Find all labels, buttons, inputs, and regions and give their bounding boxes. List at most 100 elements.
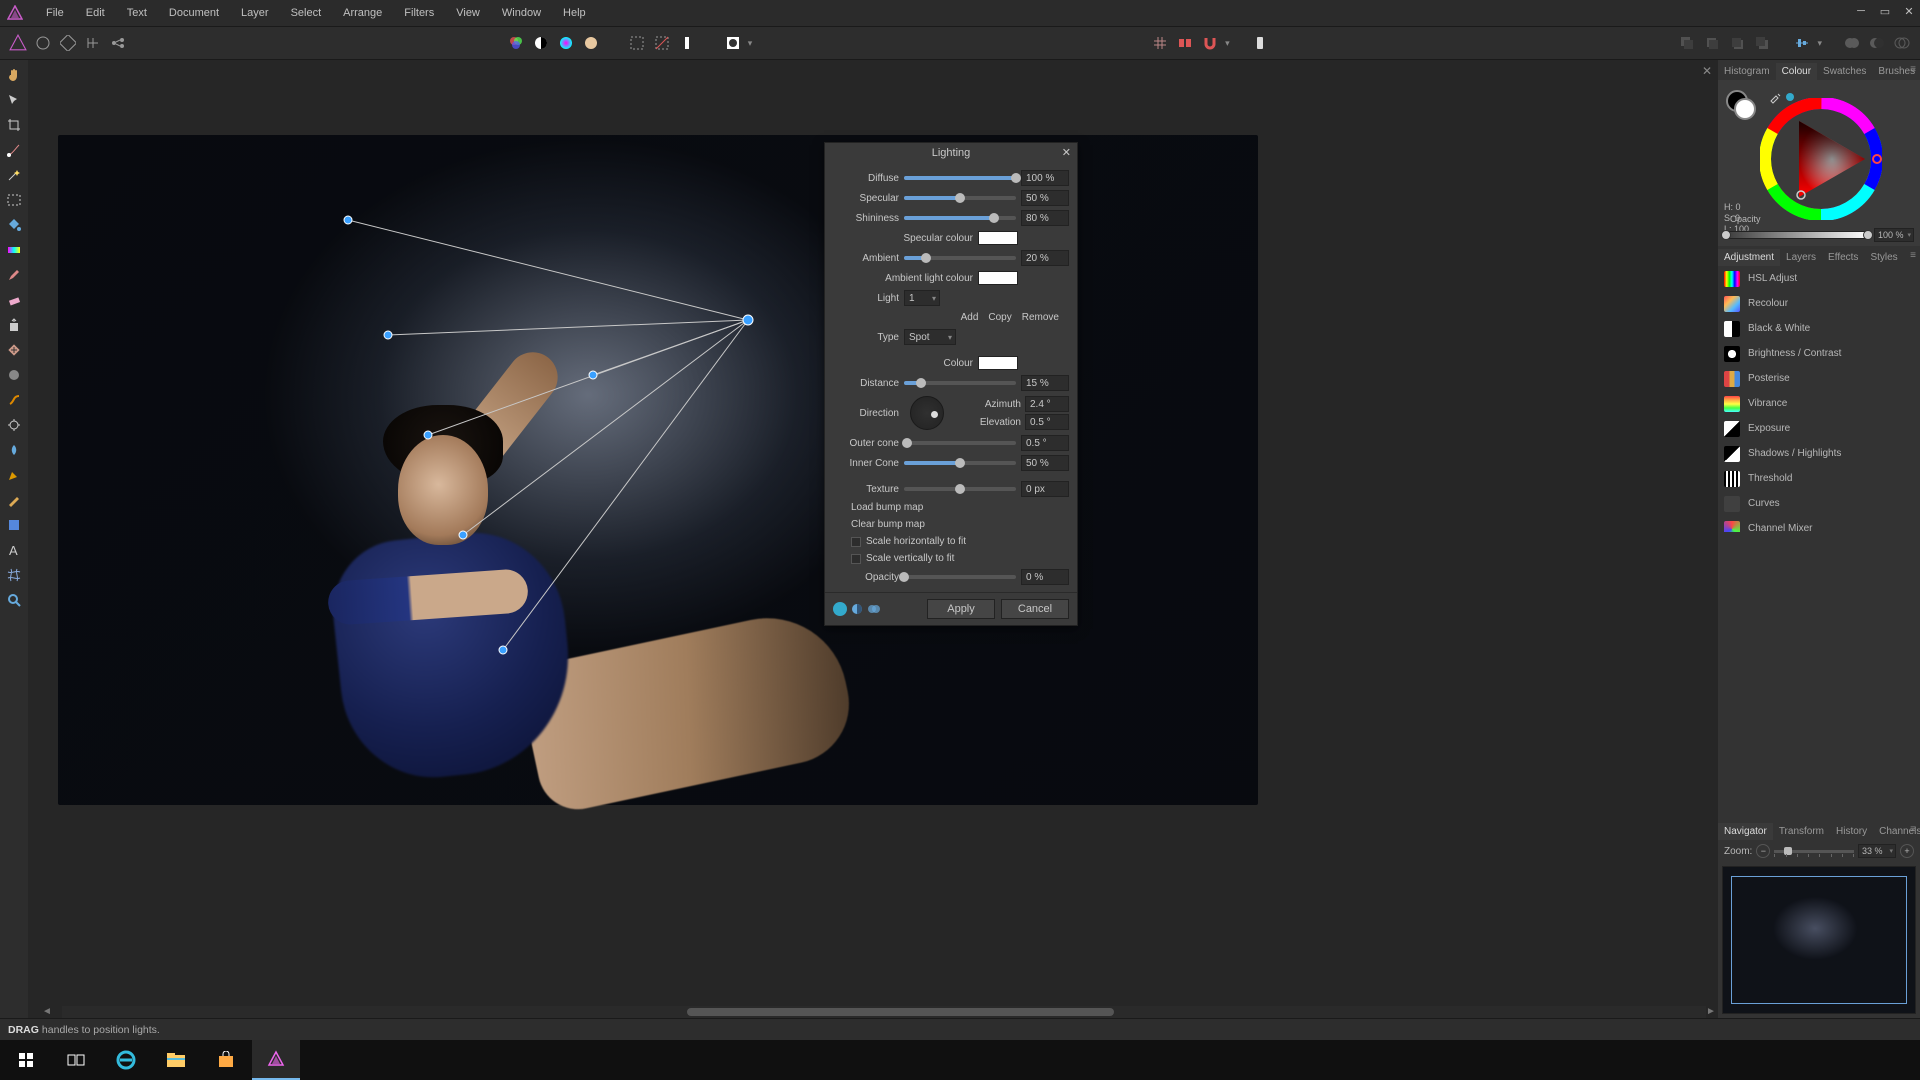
adjustment-item[interactable]: Recolour — [1718, 291, 1920, 316]
affinity-photo-taskbar-icon[interactable] — [252, 1040, 300, 1080]
adjustment-item[interactable]: Channel Mixer — [1718, 516, 1920, 532]
boolean-subtract-icon[interactable] — [1867, 33, 1887, 53]
preset-2-icon[interactable] — [850, 602, 864, 616]
persona-develop-icon[interactable] — [58, 33, 78, 53]
gradient-tool-icon[interactable] — [3, 239, 25, 261]
brush-tool-icon[interactable] — [3, 264, 25, 286]
diffuse-slider[interactable] — [904, 176, 1016, 180]
persona-photo-icon[interactable] — [8, 33, 28, 53]
light-remove-button[interactable]: Remove — [1022, 312, 1059, 323]
menu-view[interactable]: View — [446, 3, 490, 23]
tab-history[interactable]: History — [1830, 823, 1873, 840]
persona-liquify-icon[interactable] — [33, 33, 53, 53]
ambient-slider[interactable] — [904, 256, 1016, 260]
menu-file[interactable]: File — [36, 3, 74, 23]
pencil-tool-icon[interactable] — [3, 489, 25, 511]
tab-effects[interactable]: Effects — [1822, 249, 1864, 266]
specular-value[interactable]: 50 % — [1021, 190, 1069, 206]
smudge-tool-icon[interactable] — [3, 389, 25, 411]
tab-adjustment[interactable]: Adjustment — [1718, 249, 1780, 266]
arrange-back-icon[interactable] — [1677, 33, 1697, 53]
quickmask-icon[interactable] — [723, 33, 743, 53]
file-explorer-icon[interactable] — [152, 1040, 200, 1080]
tab-colour[interactable]: Colour — [1776, 63, 1817, 80]
tab-transform[interactable]: Transform — [1773, 823, 1830, 840]
adjustment-item[interactable]: Shadows / Highlights — [1718, 441, 1920, 466]
persona-tone-icon[interactable] — [83, 33, 103, 53]
boolean-intersect-icon[interactable] — [1892, 33, 1912, 53]
shape-tool-icon[interactable] — [3, 514, 25, 536]
persona-export-icon[interactable] — [108, 33, 128, 53]
pen-tool-icon[interactable] — [3, 464, 25, 486]
zoom-in-button[interactable]: + — [1900, 844, 1914, 858]
menu-text[interactable]: Text — [117, 3, 157, 23]
light-select[interactable]: 1 — [904, 290, 940, 306]
type-select[interactable]: Spot — [904, 329, 956, 345]
marquee-cross-icon[interactable] — [652, 33, 672, 53]
marquee-column-icon[interactable] — [677, 33, 697, 53]
horizontal-scrollbar[interactable]: ◄ ► — [62, 1006, 1706, 1018]
scale-h-checkbox[interactable]: Scale horizontally to fit — [833, 534, 1069, 549]
inner-slider[interactable] — [904, 461, 1016, 465]
inner-value[interactable]: 50 % — [1021, 455, 1069, 471]
crop-tool-icon[interactable] — [3, 114, 25, 136]
text-tool-icon[interactable]: A — [3, 539, 25, 561]
snap-align-icon[interactable] — [1175, 33, 1195, 53]
shininess-slider[interactable] — [904, 216, 1016, 220]
adjustment-item[interactable]: Posterise — [1718, 366, 1920, 391]
menu-help[interactable]: Help — [553, 3, 596, 23]
zoom-slider[interactable] — [1774, 850, 1854, 853]
panel-menu-icon[interactable]: ≡ — [1910, 250, 1916, 261]
menu-window[interactable]: Window — [492, 3, 551, 23]
direction-pad[interactable] — [910, 396, 944, 430]
texture-slider[interactable] — [904, 487, 1016, 491]
zoom-out-button[interactable]: − — [1756, 844, 1770, 858]
blend-rgb-icon[interactable] — [506, 33, 526, 53]
ambient-colour-swatch[interactable] — [978, 271, 1018, 285]
clone-tool-icon[interactable] — [3, 314, 25, 336]
assistant-icon[interactable] — [1250, 33, 1270, 53]
heal-tool-icon[interactable] — [3, 339, 25, 361]
wand-tool-icon[interactable] — [3, 164, 25, 186]
specular-slider[interactable] — [904, 196, 1016, 200]
adjustment-item[interactable]: HSL Adjust — [1718, 266, 1920, 291]
blur-tool-icon[interactable] — [3, 364, 25, 386]
colour-opacity-value[interactable]: 100 % — [1874, 228, 1914, 242]
outer-value[interactable]: 0.5 ° — [1021, 435, 1069, 451]
outer-slider[interactable] — [904, 441, 1016, 445]
diffuse-value[interactable]: 100 % — [1021, 170, 1069, 186]
colour-wheel[interactable] — [1760, 98, 1882, 220]
dialog-titlebar[interactable]: Lighting ✕ — [825, 143, 1077, 163]
arrange-forward-icon[interactable] — [1727, 33, 1747, 53]
cancel-button[interactable]: Cancel — [1001, 599, 1069, 619]
light-gizmo[interactable] — [58, 135, 1258, 805]
snap-grid-icon[interactable] — [1150, 33, 1170, 53]
store-icon[interactable] — [202, 1040, 250, 1080]
task-view-icon[interactable] — [52, 1040, 100, 1080]
lighting-dialog[interactable]: Lighting ✕ Diffuse 100 % Specular 50 % S… — [824, 142, 1078, 626]
menu-document[interactable]: Document — [159, 3, 229, 23]
node-tool-icon[interactable] — [3, 139, 25, 161]
zoom-value[interactable]: 33 % — [1858, 844, 1896, 858]
adjustment-item[interactable]: Black & White — [1718, 316, 1920, 341]
azimuth-value[interactable]: 2.4 ° — [1025, 396, 1069, 412]
light-add-button[interactable]: Add — [961, 312, 979, 323]
shininess-value[interactable]: 80 % — [1021, 210, 1069, 226]
move-tool-icon[interactable] — [3, 89, 25, 111]
scale-v-checkbox[interactable]: Scale vertically to fit — [833, 551, 1069, 566]
adjustment-item[interactable]: Curves — [1718, 491, 1920, 516]
menu-arrange[interactable]: Arrange — [333, 3, 392, 23]
colour-swatch[interactable] — [978, 356, 1018, 370]
specular-colour-swatch[interactable] — [978, 231, 1018, 245]
load-bump-button[interactable]: Load bump map — [833, 500, 1069, 515]
adjustment-item[interactable]: Threshold — [1718, 466, 1920, 491]
arrange-backward-icon[interactable] — [1702, 33, 1722, 53]
minimize-icon[interactable]: ─ — [1854, 4, 1868, 18]
distance-slider[interactable] — [904, 381, 1016, 385]
tab-styles[interactable]: Styles — [1864, 249, 1903, 266]
menu-layer[interactable]: Layer — [231, 3, 279, 23]
tab-navigator[interactable]: Navigator — [1718, 823, 1773, 840]
clear-bump-button[interactable]: Clear bump map — [833, 517, 1069, 532]
maximize-icon[interactable]: ▭ — [1878, 4, 1892, 18]
close-icon[interactable]: ✕ — [1902, 4, 1916, 18]
